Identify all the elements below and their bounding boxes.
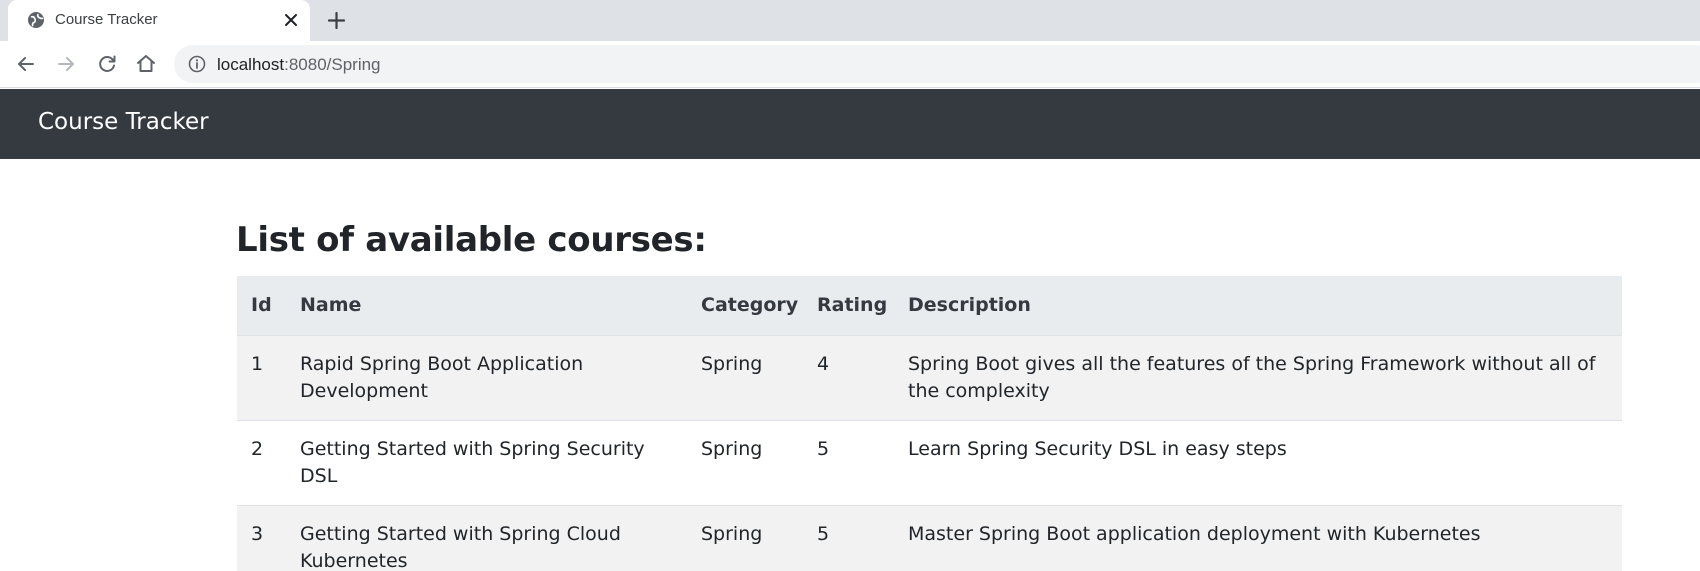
column-header-description: Description	[894, 276, 1622, 336]
column-header-rating: Rating	[803, 276, 894, 336]
info-icon[interactable]	[188, 55, 206, 73]
table-row: 3 Getting Started with Spring Cloud Kube…	[237, 505, 1622, 571]
cell-name: Getting Started with Spring Security DSL	[300, 437, 645, 487]
column-header-category: Category	[687, 276, 803, 336]
url-text: localhost:8080/Spring	[217, 55, 381, 75]
cell-id: 3	[251, 522, 264, 545]
cell-category: Spring	[701, 437, 763, 460]
cell-category: Spring	[701, 522, 763, 545]
home-icon[interactable]	[134, 52, 158, 76]
address-bar[interactable]: localhost:8080/Spring	[174, 45, 1700, 83]
table-row: 1 Rapid Spring Boot Application Developm…	[237, 335, 1622, 420]
column-header-id: Id	[237, 276, 286, 336]
cell-description: Master Spring Boot application deploymen…	[908, 522, 1481, 545]
globe-icon	[28, 12, 44, 28]
table-header-row: Id Name Category Rating Description	[237, 276, 1622, 336]
cell-description: Spring Boot gives all the features of th…	[908, 352, 1596, 402]
arrow-right-icon[interactable]	[54, 52, 78, 76]
page-title: List of available courses:	[236, 220, 707, 260]
close-icon[interactable]	[284, 13, 298, 27]
url-path: :8080/Spring	[284, 55, 381, 74]
browser-tab-strip: Course Tracker	[0, 0, 1700, 41]
cell-description: Learn Spring Security DSL in easy steps	[908, 437, 1287, 460]
navbar-brand[interactable]: Course Tracker	[38, 109, 209, 135]
column-header-name: Name	[286, 276, 687, 336]
cell-rating: 4	[817, 352, 830, 375]
tab-title: Course Tracker	[55, 11, 158, 28]
cell-id: 2	[251, 437, 264, 460]
arrow-left-icon[interactable]	[14, 52, 38, 76]
plus-icon[interactable]	[327, 11, 346, 30]
cell-name: Rapid Spring Boot Application Developmen…	[300, 352, 584, 402]
reload-icon[interactable]	[95, 52, 119, 76]
cell-rating: 5	[817, 437, 830, 460]
browser-tab[interactable]: Course Tracker	[8, 0, 310, 41]
app-navbar: Course Tracker	[0, 89, 1700, 159]
browser-toolbar: localhost:8080/Spring	[0, 41, 1700, 88]
cell-id: 1	[251, 352, 264, 375]
table-row: 2 Getting Started with Spring Security D…	[237, 420, 1622, 505]
courses-table: Id Name Category Rating Description 1 Ra…	[237, 276, 1622, 571]
url-host: localhost	[217, 55, 285, 74]
cell-category: Spring	[701, 352, 763, 375]
cell-name: Getting Started with Spring Cloud Kubern…	[300, 522, 621, 571]
cell-rating: 5	[817, 522, 830, 545]
